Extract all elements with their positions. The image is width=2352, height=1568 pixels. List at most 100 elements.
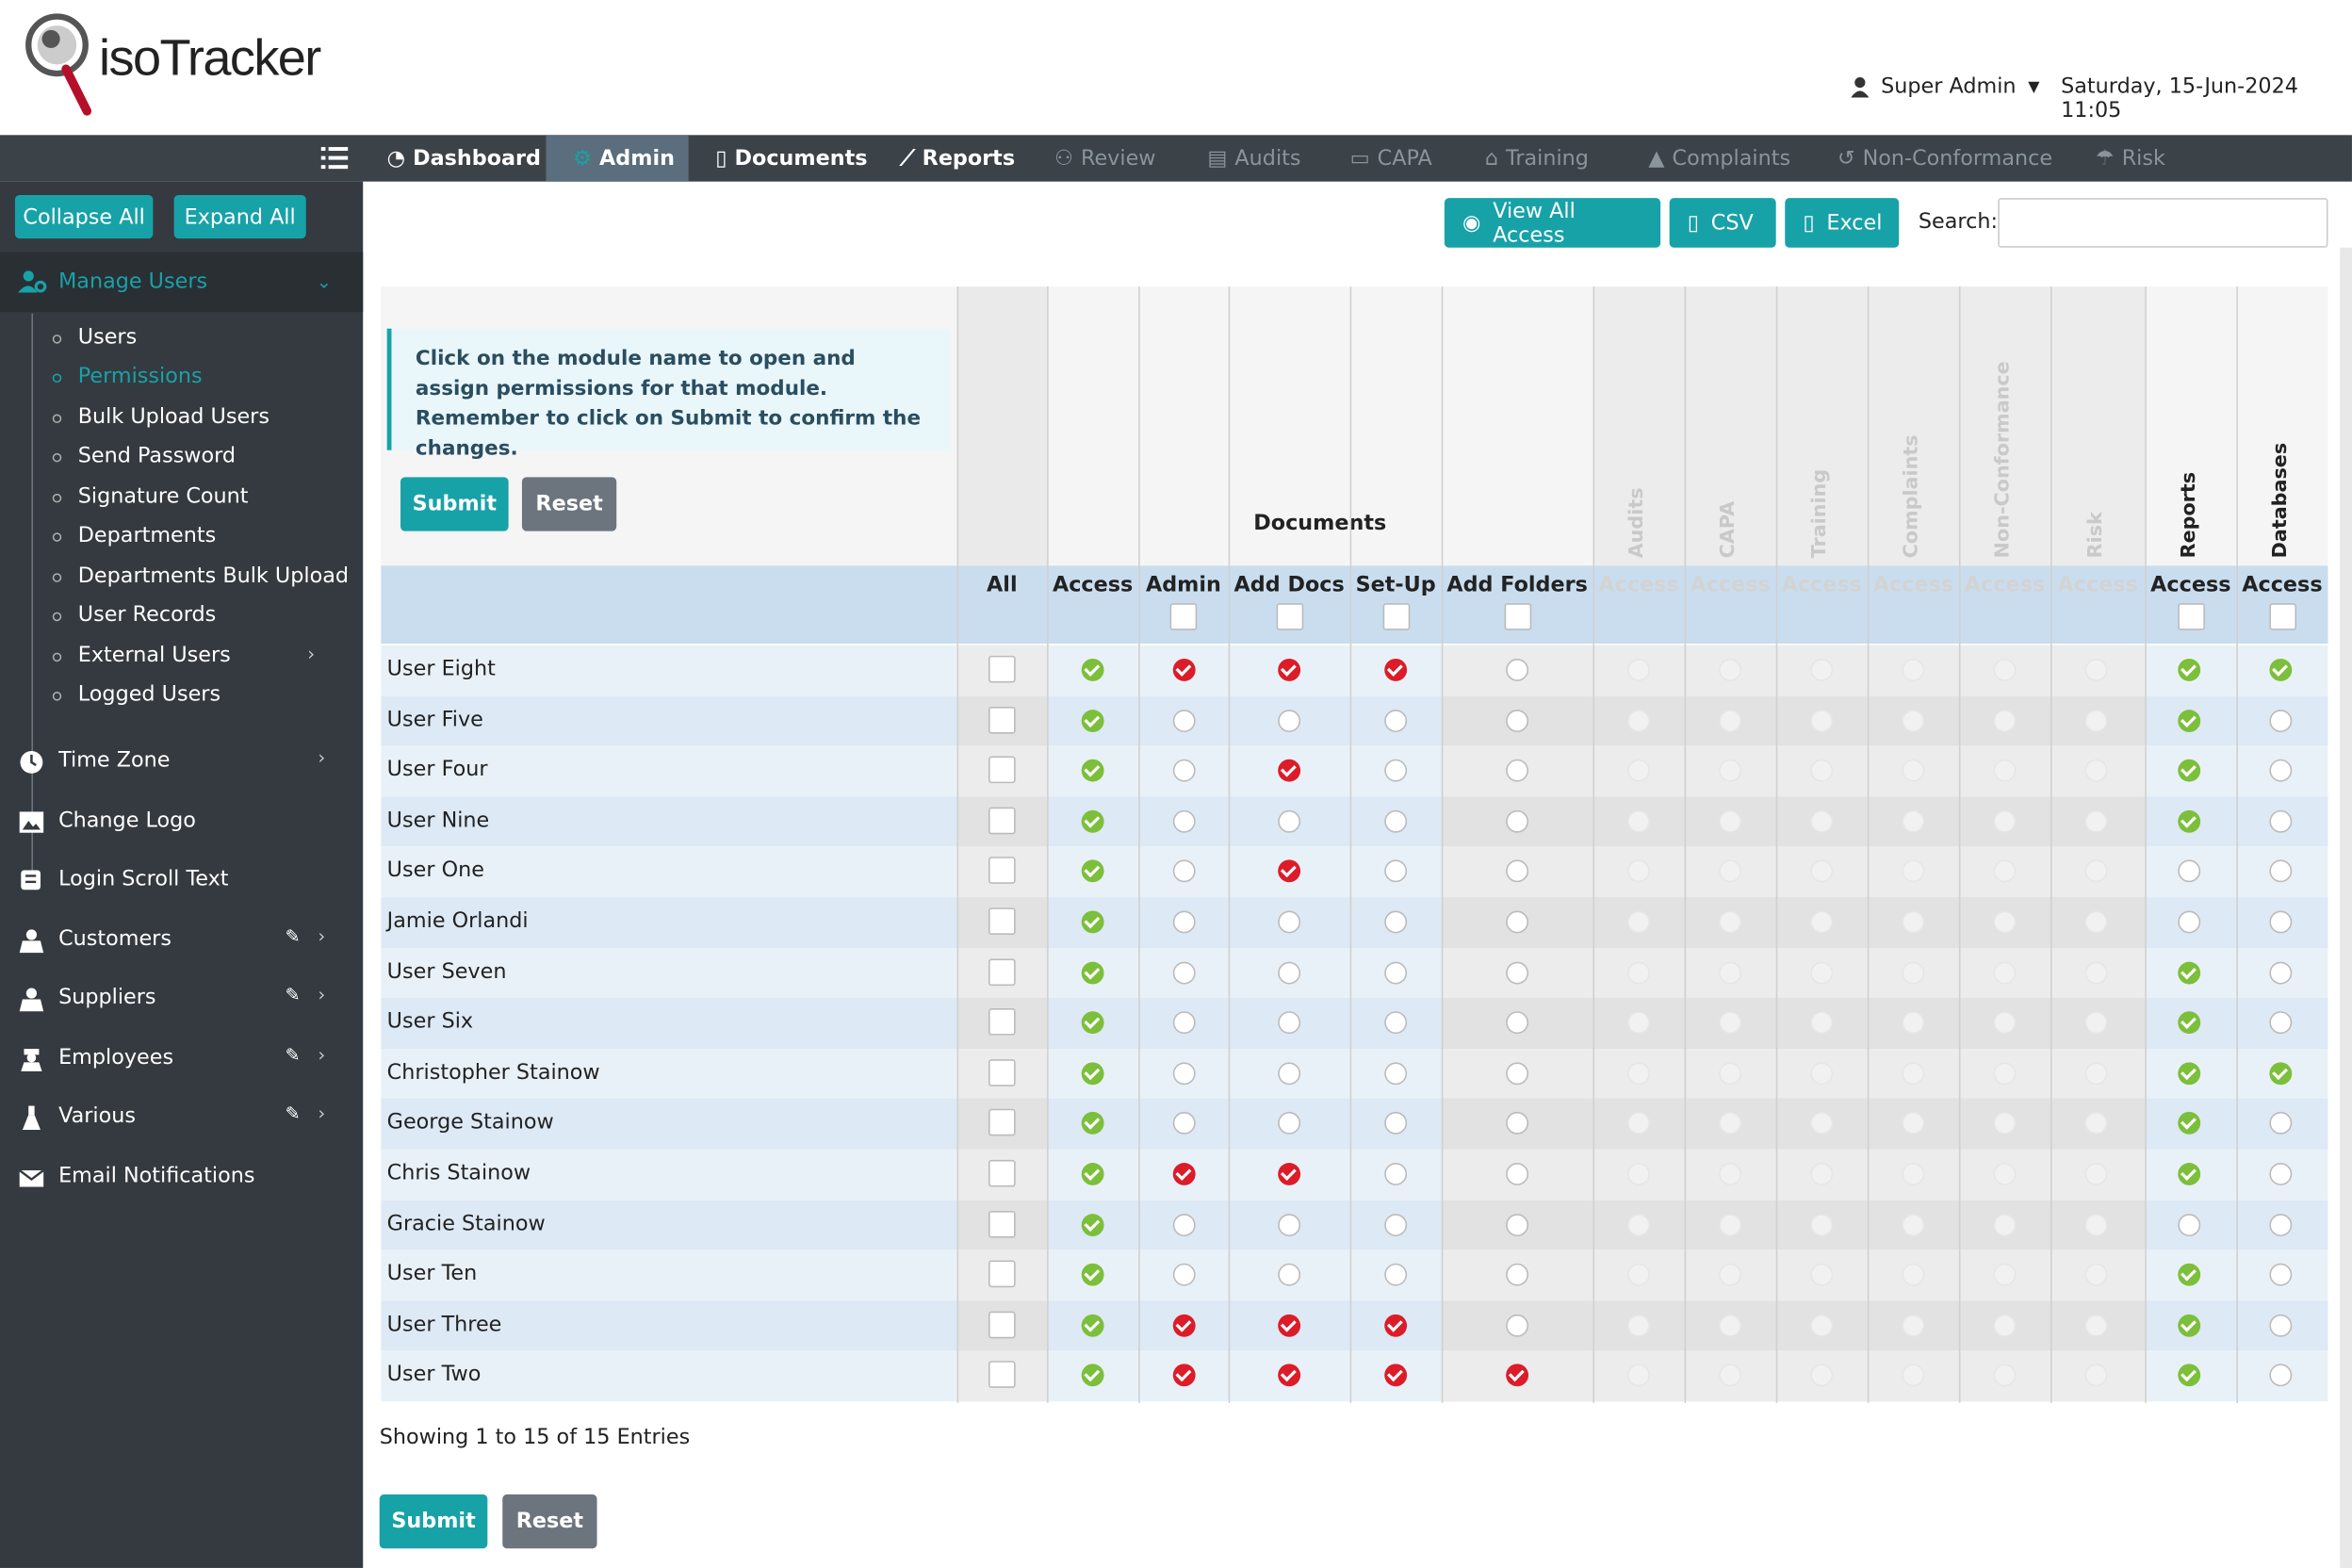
doc-add-docs-toggle[interactable]	[1277, 659, 1300, 681]
module-header-capa[interactable]: CAPA	[1717, 501, 1740, 559]
sidebar-item-departments-bulk-upload[interactable]: Departments Bulk Upload	[78, 564, 349, 588]
databases-access-toggle[interactable]	[2268, 1213, 2292, 1236]
excel-export-button[interactable]: ▯ Excel	[1785, 198, 1900, 248]
row-all-checkbox[interactable]	[988, 1311, 1016, 1339]
nav-risk[interactable]: ☂ Risk	[2096, 135, 2165, 181]
doc-add-folders-toggle[interactable]	[1505, 1314, 1528, 1337]
chevron-right-icon[interactable]: ›	[318, 1044, 325, 1065]
reset-button-top[interactable]: Reset	[521, 477, 617, 531]
sidebar-manage-users[interactable]: Manage Users ⌄	[0, 252, 364, 313]
doc-access-toggle[interactable]	[1080, 809, 1103, 833]
submit-button-top[interactable]: Submit	[400, 477, 509, 531]
expand-all-button[interactable]: Expand All	[173, 194, 306, 239]
doc-setup-toggle[interactable]	[1383, 1314, 1407, 1337]
doc-add-docs-toggle[interactable]	[1277, 760, 1300, 782]
app-logo[interactable]: isoTracker	[21, 9, 321, 121]
doc-access-toggle[interactable]	[1080, 659, 1103, 681]
search-input[interactable]	[1998, 198, 2328, 248]
row-all-checkbox[interactable]	[988, 907, 1016, 936]
doc-add-docs-toggle[interactable]	[1277, 709, 1300, 732]
doc-add-docs-toggle[interactable]	[1277, 1062, 1300, 1085]
reports-access-toggle[interactable]	[2177, 809, 2200, 833]
doc-setup-toggle[interactable]	[1383, 1062, 1407, 1085]
databases-access-toggle[interactable]	[2268, 1062, 2292, 1085]
doc-add-docs-toggle[interactable]	[1277, 809, 1300, 833]
doc-access-toggle[interactable]	[1080, 760, 1103, 782]
module-header-databases[interactable]: Databases	[2269, 443, 2292, 558]
sidebar-item-send-password[interactable]: Send Password	[78, 444, 236, 467]
databases-access-toggle[interactable]	[2268, 1011, 2292, 1035]
row-all-checkbox[interactable]	[988, 655, 1016, 683]
doc-access-toggle[interactable]	[1080, 961, 1103, 984]
reports-access-toggle[interactable]	[2177, 1163, 2200, 1185]
doc-add-docs-toggle[interactable]	[1277, 1314, 1300, 1337]
sidebar-item-user-records[interactable]: User Records	[78, 603, 216, 627]
column-select-all-checkbox[interactable]	[2177, 603, 2205, 630]
doc-admin-toggle[interactable]	[1171, 1062, 1195, 1085]
row-all-checkbox[interactable]	[988, 1260, 1016, 1288]
vertical-scrollbar[interactable]	[2340, 247, 2352, 1568]
module-header-training[interactable]: Training	[1808, 469, 1831, 559]
doc-admin-toggle[interactable]	[1171, 1011, 1195, 1035]
reports-access-toggle[interactable]	[2177, 1264, 2200, 1286]
reports-access-toggle[interactable]	[2177, 709, 2200, 732]
nav-training[interactable]: ⌂ Training	[1485, 135, 1589, 181]
doc-admin-toggle[interactable]	[1171, 709, 1195, 732]
row-all-checkbox[interactable]	[988, 957, 1016, 986]
doc-add-folders-toggle[interactable]	[1505, 1011, 1528, 1035]
doc-access-toggle[interactable]	[1080, 1163, 1103, 1185]
nav-reports[interactable]: ⟋ Reports	[900, 135, 1015, 181]
doc-admin-toggle[interactable]	[1171, 910, 1195, 934]
doc-setup-toggle[interactable]	[1383, 961, 1407, 984]
nav-complaints[interactable]: ▲ Complaints	[1648, 135, 1790, 181]
row-all-checkbox[interactable]	[988, 1210, 1016, 1238]
sidebar-item-external-users[interactable]: External Users	[78, 644, 231, 667]
user-menu[interactable]: Super Admin ▼	[1851, 75, 2040, 99]
doc-add-folders-toggle[interactable]	[1505, 760, 1528, 782]
doc-add-docs-toggle[interactable]	[1277, 1213, 1300, 1236]
sidebar-item-employees[interactable]: Employees	[58, 1046, 173, 1070]
sidebar-item-customers[interactable]: Customers	[58, 927, 172, 951]
submit-button-bottom[interactable]: Submit	[379, 1494, 488, 1549]
row-all-checkbox[interactable]	[988, 1159, 1016, 1187]
nav-admin[interactable]: ⚙ Admin	[546, 135, 689, 182]
doc-add-folders-toggle[interactable]	[1505, 1213, 1528, 1236]
module-header-non-conformance[interactable]: Non-Conformance	[1991, 361, 2014, 558]
doc-add-folders-toggle[interactable]	[1505, 1264, 1528, 1286]
sidebar-item-change-logo[interactable]: Change Logo	[58, 808, 196, 832]
doc-access-toggle[interactable]	[1080, 1314, 1103, 1337]
databases-access-toggle[interactable]	[2268, 961, 2292, 984]
doc-setup-toggle[interactable]	[1383, 1163, 1407, 1185]
doc-add-folders-toggle[interactable]	[1505, 709, 1528, 732]
doc-setup-toggle[interactable]	[1383, 809, 1407, 833]
reset-button-bottom[interactable]: Reset	[502, 1494, 597, 1549]
databases-access-toggle[interactable]	[2268, 659, 2292, 681]
sidebar-item-logged-users[interactable]: Logged Users	[78, 682, 220, 706]
reports-access-toggle[interactable]	[2177, 1011, 2200, 1035]
row-all-checkbox[interactable]	[988, 1008, 1016, 1036]
reports-access-toggle[interactable]	[2177, 961, 2200, 984]
module-header-reports[interactable]: Reports	[2177, 472, 2199, 558]
sidebar-item-signature-count[interactable]: Signature Count	[78, 484, 249, 508]
module-header-complaints[interactable]: Complaints	[1900, 434, 1922, 558]
nav-documents[interactable]: ▯ Documents	[715, 135, 867, 181]
databases-access-toggle[interactable]	[2268, 809, 2292, 833]
databases-access-toggle[interactable]	[2268, 709, 2292, 732]
doc-add-folders-toggle[interactable]	[1505, 1062, 1528, 1085]
doc-admin-toggle[interactable]	[1171, 809, 1195, 833]
reports-access-toggle[interactable]	[2177, 1213, 2200, 1236]
row-all-checkbox[interactable]	[988, 1361, 1016, 1389]
doc-admin-toggle[interactable]	[1171, 1213, 1195, 1236]
doc-admin-toggle[interactable]	[1171, 1163, 1195, 1185]
menu-toggle-icon[interactable]	[320, 144, 349, 172]
chevron-right-icon[interactable]: ›	[318, 1102, 325, 1123]
row-all-checkbox[interactable]	[988, 756, 1016, 784]
doc-setup-toggle[interactable]	[1383, 760, 1407, 782]
doc-access-toggle[interactable]	[1080, 1011, 1103, 1035]
doc-access-toggle[interactable]	[1080, 1264, 1103, 1286]
doc-add-folders-toggle[interactable]	[1505, 910, 1528, 934]
row-all-checkbox[interactable]	[988, 807, 1016, 834]
doc-setup-toggle[interactable]	[1383, 1011, 1407, 1035]
row-all-checkbox[interactable]	[988, 706, 1016, 733]
doc-add-folders-toggle[interactable]	[1505, 809, 1528, 833]
